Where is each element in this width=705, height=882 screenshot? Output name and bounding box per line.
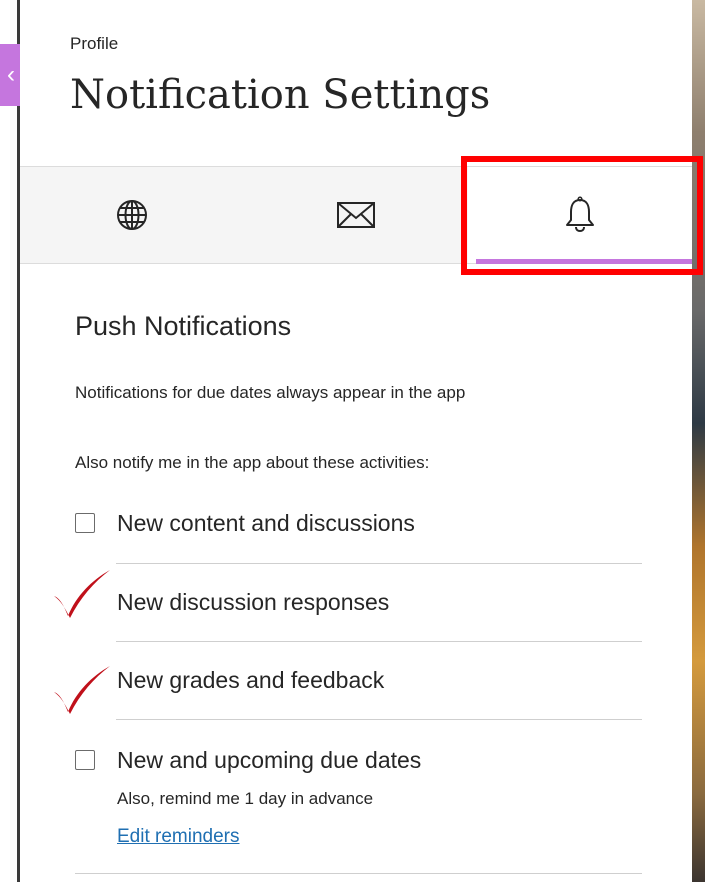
option-new-and-upcoming-due-dates[interactable]: New and upcoming due dates <box>75 746 642 774</box>
section-heading: Push Notifications <box>75 311 292 341</box>
checkmark-icon <box>54 666 110 714</box>
due-dates-note: Notifications for due dates always appea… <box>75 383 466 402</box>
edit-reminders-link[interactable]: Edit reminders <box>117 826 240 848</box>
page-title: Notification Settings <box>70 72 491 118</box>
option-new-discussion-responses[interactable]: New discussion responses <box>75 588 642 616</box>
checkbox[interactable] <box>75 750 95 770</box>
globe-icon <box>117 200 147 230</box>
activities-subheading: Also notify me in the app about these ac… <box>75 453 430 472</box>
divider <box>116 719 642 720</box>
option-label: New and upcoming due dates <box>117 746 422 773</box>
divider <box>116 641 642 642</box>
envelope-icon <box>337 202 375 228</box>
checkbox[interactable] <box>75 513 95 533</box>
tab-bar <box>20 166 692 264</box>
bell-icon <box>566 196 594 233</box>
background-photo-edge <box>692 0 705 882</box>
tab-email[interactable] <box>244 167 468 263</box>
chevron-left-icon: ‹ <box>7 61 15 88</box>
option-label: New grades and feedback <box>117 666 385 693</box>
divider <box>116 563 642 564</box>
option-label: New content and discussions <box>117 509 415 536</box>
divider <box>75 873 642 874</box>
tab-push-notifications[interactable] <box>468 167 692 264</box>
tab-general[interactable] <box>20 167 244 263</box>
option-new-content-and-discussions[interactable]: New content and discussions <box>75 509 642 537</box>
reminder-hint: Also, remind me 1 day in advance <box>117 789 374 808</box>
option-new-grades-and-feedback[interactable]: New grades and feedback <box>75 666 642 694</box>
checkmark-icon <box>54 570 110 618</box>
breadcrumb[interactable]: Profile <box>70 34 118 54</box>
left-edge <box>0 0 20 882</box>
option-label: New discussion responses <box>117 588 390 615</box>
